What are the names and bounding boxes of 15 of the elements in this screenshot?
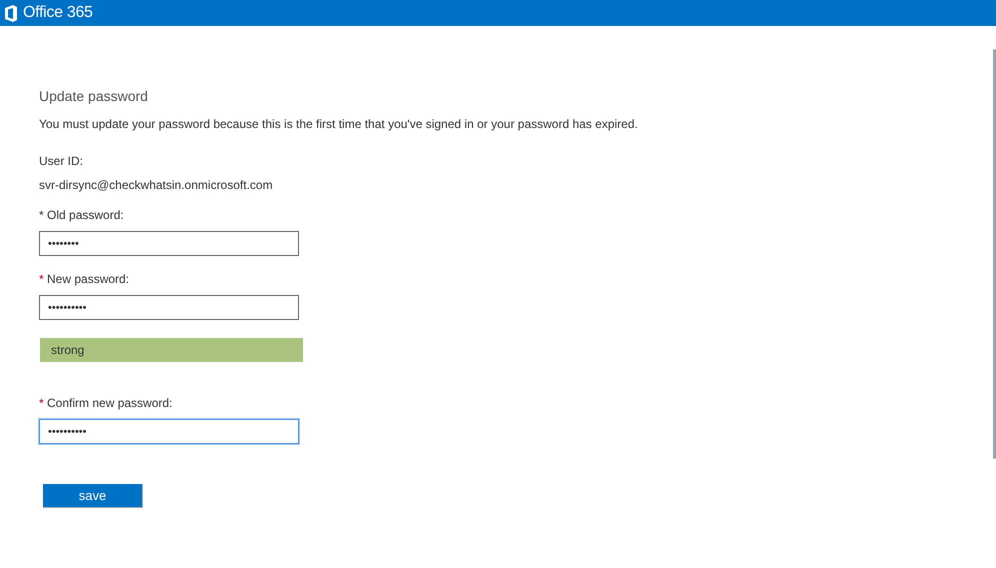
password-field[interactable]: •••••••••• <box>39 295 299 320</box>
scrollbar[interactable] <box>993 49 996 459</box>
field-label: * Old password: <box>39 208 125 222</box>
logo-icon <box>4 4 18 22</box>
strength-label: strong <box>50 342 84 359</box>
user-id: svr-dirsync@checkwhatsin.onmicrosoft.com <box>39 178 274 192</box>
password-field[interactable]: •••••••• <box>39 231 299 256</box>
page-title: Update password <box>39 88 149 104</box>
user-id-label: User ID: <box>39 154 84 168</box>
field-label: * New password: <box>39 272 130 286</box>
password-field[interactable]: •••••••••• <box>39 419 299 444</box>
info-message: You must update your password because this is the first time that you've signed in or your password has expired. <box>39 117 639 131</box>
field-label: * Confirm new password: <box>39 396 174 410</box>
save-button[interactable]: save <box>43 484 143 508</box>
product-name: Office 365 <box>23 4 93 22</box>
